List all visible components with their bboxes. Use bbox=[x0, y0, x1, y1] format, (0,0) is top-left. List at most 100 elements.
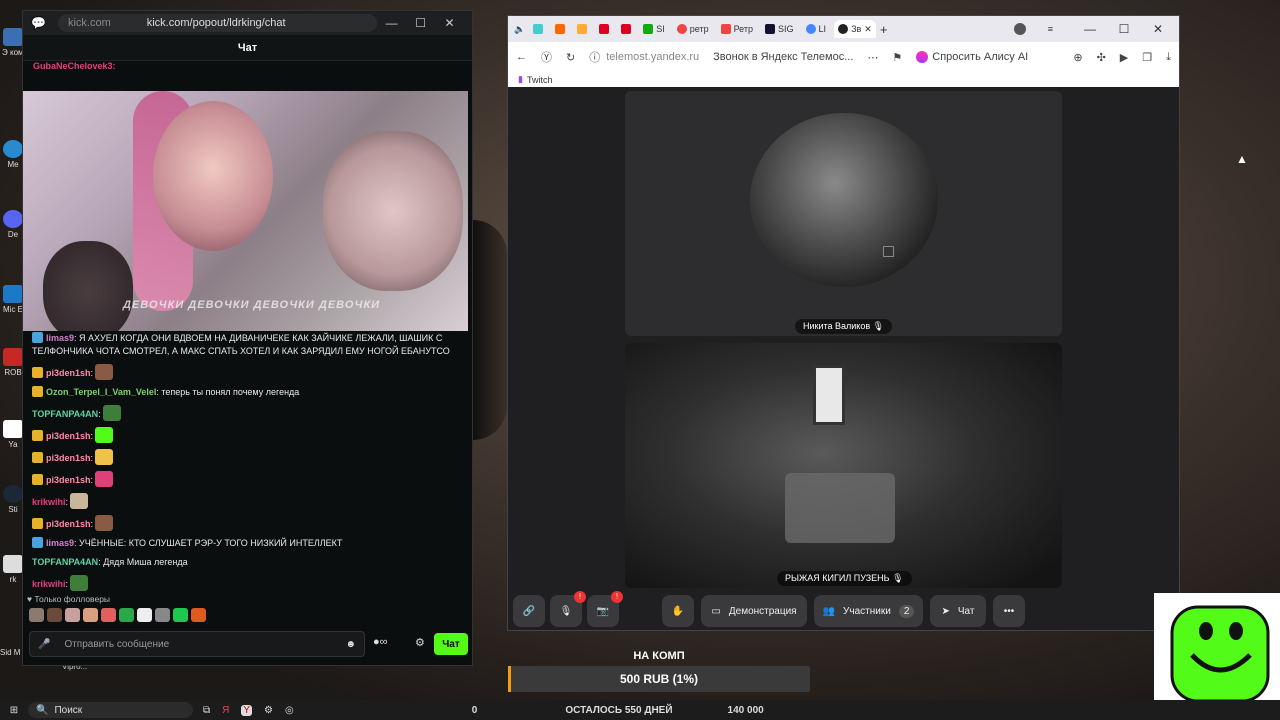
chat-username[interactable]: limas9 bbox=[46, 538, 74, 548]
microphone-icon[interactable]: 🎤 bbox=[38, 639, 50, 650]
close-icon[interactable]: ✕ bbox=[435, 16, 464, 30]
chat-username[interactable]: krikwihi bbox=[32, 579, 66, 589]
screen-share-button[interactable]: ▭ Демонстрация bbox=[701, 595, 807, 627]
tab-sig[interactable]: SIG bbox=[761, 20, 798, 38]
tab-telemost[interactable]: Зв ✕ bbox=[834, 20, 876, 38]
chat-username[interactable]: limas9 bbox=[46, 333, 74, 343]
more-icon: ••• bbox=[1003, 605, 1015, 617]
chat-username[interactable]: pi3den1sh bbox=[46, 475, 91, 485]
tab-pinned[interactable] bbox=[617, 20, 635, 38]
tabs-menu-icon[interactable]: ≡ bbox=[1048, 24, 1053, 34]
chat-username[interactable]: pi3den1sh bbox=[46, 519, 91, 529]
participant-tile-2[interactable]: РЫЖАЯ КИГИЛ ПУЗЕНЬ 🎙 bbox=[625, 343, 1062, 588]
raise-hand-button[interactable]: ✋ bbox=[662, 595, 694, 627]
emote-icon[interactable] bbox=[173, 608, 188, 622]
tab-pinned[interactable] bbox=[529, 20, 547, 38]
start-windows-icon[interactable]: ⊞ bbox=[0, 705, 28, 716]
chat-username[interactable]: Ozon_Terpel_I_Vam_Velel bbox=[46, 387, 156, 397]
media-icon[interactable]: ▶ bbox=[1120, 51, 1128, 64]
chat-username[interactable]: TOPFANPA4AN bbox=[32, 557, 98, 567]
emote-icon[interactable] bbox=[101, 608, 116, 622]
chat-input[interactable]: 🎤 Отправить сообщение ☻ bbox=[29, 631, 365, 657]
mic-toggle-button[interactable]: 🎙! bbox=[550, 591, 586, 627]
user-badge-icon bbox=[32, 452, 43, 463]
taskview-icon[interactable]: ⧉ bbox=[203, 705, 210, 716]
chat-username[interactable]: pi3den1sh bbox=[46, 431, 91, 441]
participant-tile-1[interactable]: Никита Валиков 🎙 bbox=[625, 91, 1062, 336]
profile-avatar[interactable] bbox=[1013, 23, 1026, 35]
tab-close-icon[interactable]: ✕ bbox=[864, 24, 872, 35]
desktop-icon-me[interactable]: Me bbox=[2, 140, 24, 169]
emote-icon[interactable] bbox=[137, 608, 152, 622]
back-arrow-icon[interactable]: ← bbox=[516, 51, 527, 63]
more-options-button[interactable]: ••• bbox=[993, 595, 1025, 627]
alice-label: Спросить Алису AI bbox=[932, 51, 1029, 63]
more-dots-icon[interactable]: ⋯ bbox=[867, 51, 878, 64]
infinity-icon[interactable]: ●∞ bbox=[373, 636, 388, 648]
chat-username[interactable]: pi3den1sh bbox=[46, 453, 91, 463]
desktop-icon-steam[interactable]: Sti bbox=[2, 485, 24, 514]
desktop-icon-computer[interactable]: Э комп bbox=[2, 28, 24, 57]
new-tab-icon[interactable]: + bbox=[880, 22, 888, 37]
tab-retr2[interactable]: Ретр bbox=[717, 20, 757, 38]
steam-taskbar-icon[interactable]: ⚙ bbox=[264, 705, 273, 716]
alice-button[interactable]: Спросить Алису AI bbox=[916, 51, 1028, 63]
tab-pinned[interactable] bbox=[551, 20, 569, 38]
emote-icon[interactable] bbox=[83, 608, 98, 622]
emote-icon[interactable] bbox=[155, 608, 170, 622]
chat-username[interactable]: TOPFANPA4AN bbox=[32, 409, 98, 419]
url-host[interactable]: telemost.yandex.ru bbox=[606, 51, 699, 63]
chat-username[interactable]: krikwihi bbox=[32, 497, 66, 507]
chat-message: Ozon_Terpel_I_Vam_Velel: теперь ты понял… bbox=[23, 383, 463, 402]
send-chat-button[interactable]: Чат bbox=[434, 633, 468, 655]
chat-header: Чат bbox=[23, 35, 472, 61]
reload-icon[interactable]: ↻ bbox=[566, 51, 575, 64]
puzzle-icon[interactable]: ✣ bbox=[1097, 51, 1106, 64]
desktop-icon-ya[interactable]: Ya bbox=[2, 420, 24, 449]
download-icon[interactable]: ⤓ bbox=[1166, 51, 1171, 64]
desktop-icon-de[interactable]: De bbox=[2, 210, 24, 239]
extension-icon[interactable]: ⊕ bbox=[1073, 51, 1082, 64]
emote-icon[interactable] bbox=[47, 608, 62, 622]
yandex-browser-window: 🔈 SI ретр Ретр SIG LI Зв ✕ + ≡ — ☐ ✕ ← Ⓨ … bbox=[507, 15, 1180, 631]
speaker-icon[interactable]: 🔈 bbox=[514, 24, 525, 35]
emote-icon[interactable] bbox=[65, 608, 80, 622]
app-taskbar-icon[interactable]: ◎ bbox=[285, 705, 294, 716]
yandex-logo-icon[interactable]: Ⓨ bbox=[541, 49, 552, 65]
chat-username[interactable]: pi3den1sh bbox=[46, 368, 91, 378]
taskbar-search[interactable]: 🔍 Поиск bbox=[28, 702, 193, 718]
tab-favicon bbox=[577, 24, 588, 34]
link-button[interactable]: 🔗 bbox=[513, 595, 545, 627]
desktop-icon-rk[interactable]: rk bbox=[2, 555, 24, 584]
minimize-icon[interactable]: — bbox=[1075, 22, 1105, 36]
tab-si[interactable]: SI bbox=[639, 20, 669, 38]
send-icon: ➤ bbox=[941, 605, 950, 617]
browser-taskbar-icon[interactable]: Y bbox=[241, 704, 253, 716]
collections-icon[interactable]: ❐ bbox=[1142, 51, 1152, 64]
bookmark-twitch[interactable]: Twitch bbox=[527, 75, 553, 85]
tab-retr[interactable]: ретр bbox=[673, 20, 713, 38]
chat-button[interactable]: ➤ Чат bbox=[930, 595, 986, 627]
user-badge-icon bbox=[32, 518, 43, 529]
participants-button[interactable]: 👥 Участники 2 bbox=[814, 595, 923, 627]
settings-gear-icon[interactable]: ⚙ bbox=[415, 636, 425, 649]
emote-icon[interactable] bbox=[191, 608, 206, 622]
yandex-taskbar-icon[interactable]: Я bbox=[222, 705, 229, 716]
tab-li[interactable]: LI bbox=[802, 20, 831, 38]
tab-pinned[interactable] bbox=[573, 20, 591, 38]
chat-text: : теперь ты понял почему легенда bbox=[156, 387, 300, 397]
desktop-icon-mic[interactable]: Mic E bbox=[2, 285, 24, 314]
minimize-icon[interactable]: — bbox=[377, 16, 406, 30]
video-player[interactable]: ДЕВОЧКИ ДЕВОЧКИ ДЕВОЧКИ ДЕВОЧКИ bbox=[23, 91, 468, 331]
kick-address-bar[interactable]: kick.com kick.com/popout/ldrking/chat bbox=[57, 14, 378, 32]
emote-icon[interactable] bbox=[119, 608, 134, 622]
emote-icon[interactable] bbox=[29, 608, 44, 622]
close-icon[interactable]: ✕ bbox=[1143, 22, 1173, 36]
desktop-icon-rob[interactable]: ROB bbox=[2, 348, 24, 377]
emoji-icon[interactable]: ☻ bbox=[345, 639, 356, 650]
maximize-icon[interactable]: ☐ bbox=[1109, 22, 1139, 36]
bookmark-icon[interactable]: ⚑ bbox=[892, 51, 902, 64]
maximize-icon[interactable]: ☐ bbox=[406, 16, 435, 30]
tab-pinned[interactable] bbox=[595, 20, 613, 38]
camera-toggle-button[interactable]: 📷! bbox=[587, 591, 623, 627]
